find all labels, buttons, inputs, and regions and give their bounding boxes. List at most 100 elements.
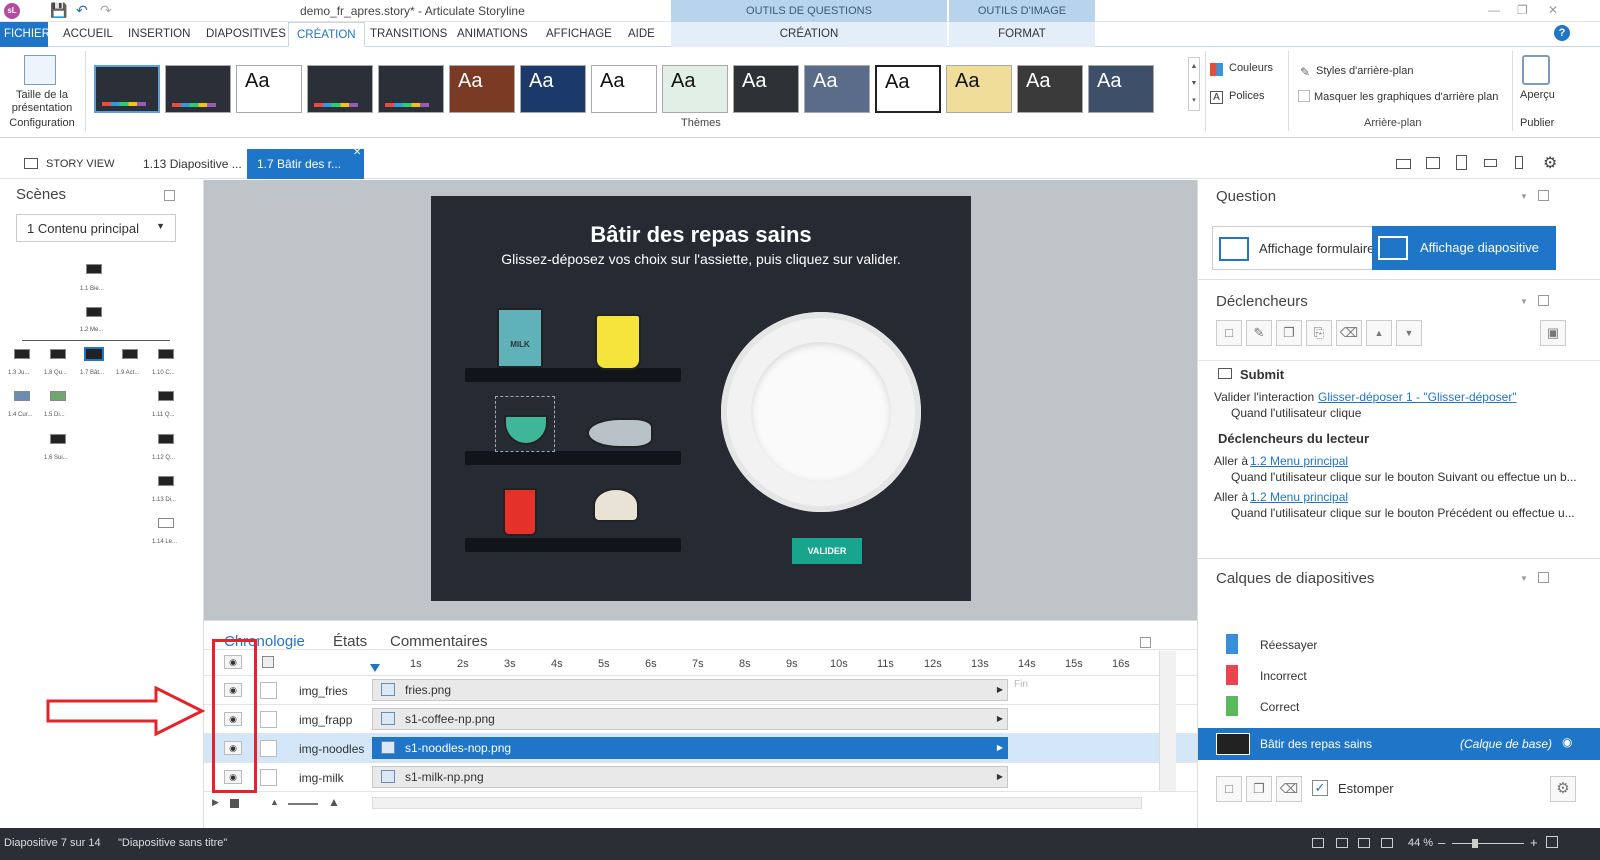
delete-layer-icon[interactable]: ⌫: [1276, 776, 1302, 802]
desktop-view-icon[interactable]: [1396, 159, 1411, 169]
theme-thumb[interactable]: Aa: [804, 65, 870, 113]
zoom-in-button[interactable]: +: [1530, 835, 1538, 850]
theme-thumb[interactable]: [165, 65, 231, 113]
tab-fichier[interactable]: FICHIER: [0, 22, 50, 47]
reading-view-icon[interactable]: [1358, 838, 1370, 848]
save-icon[interactable]: 💾: [50, 2, 67, 19]
copy-trigger-icon[interactable]: ❐: [1276, 320, 1302, 346]
gear-icon[interactable]: ⚙: [1543, 153, 1557, 173]
duplicate-layer-icon[interactable]: ❐: [1246, 776, 1272, 802]
play-icon[interactable]: ▶: [212, 797, 219, 808]
tab-accueil[interactable]: ACCUEIL: [55, 22, 121, 47]
theme-thumb[interactable]: [378, 65, 444, 113]
validate-link[interactable]: Glisser-déposer 1 - "Glisser-déposer": [1318, 390, 1517, 404]
slideshow-icon[interactable]: [1381, 838, 1393, 848]
layer-row[interactable]: Incorrect: [1198, 661, 1600, 689]
fish-image[interactable]: [587, 418, 653, 448]
tab-aide[interactable]: AIDE: [620, 22, 663, 47]
zoom-out-button[interactable]: –: [1438, 835, 1445, 850]
slide-thumb[interactable]: [158, 349, 174, 359]
tab-animations[interactable]: ANIMATIONS: [449, 22, 536, 47]
layer-row[interactable]: Réessayer: [1198, 630, 1600, 658]
undo-icon[interactable]: ↶: [76, 2, 88, 19]
timeline-bar[interactable]: s1-coffee-np.png ▶: [372, 708, 1008, 730]
theme-thumb[interactable]: Aa: [662, 65, 728, 113]
collapse-icon[interactable]: ▼: [1520, 192, 1528, 201]
tablet-portrait-icon[interactable]: [1456, 155, 1467, 170]
new-layer-icon[interactable]: □: [1216, 776, 1242, 802]
preview-icon[interactable]: [1522, 55, 1550, 85]
panel-restore-icon[interactable]: [1140, 637, 1151, 648]
eye-icon[interactable]: ◉: [1562, 735, 1572, 749]
phone-portrait-icon[interactable]: [1515, 156, 1523, 169]
slide-thumb[interactable]: [158, 434, 174, 444]
form-view-button[interactable]: Affichage formulaire: [1212, 226, 1394, 270]
preview-button[interactable]: Aperçu: [1520, 89, 1555, 101]
scene-dropdown[interactable]: 1 Contenu principal ▼: [16, 214, 176, 242]
phone-landscape-icon[interactable]: [1484, 159, 1497, 167]
timeline-bar[interactable]: s1-milk-np.png ▶: [372, 766, 1008, 788]
slide-thumb[interactable]: [158, 518, 174, 528]
tab-slide-1-13[interactable]: 1.13 Diapositive ...: [133, 149, 252, 179]
close-icon[interactable]: ✕: [1548, 3, 1558, 17]
lock-checkbox[interactable]: [260, 740, 277, 757]
slide-thumb[interactable]: [14, 349, 30, 359]
theme-thumb[interactable]: Aa: [236, 65, 302, 113]
normal-view-icon[interactable]: [1312, 838, 1324, 848]
bg-styles-button[interactable]: Styles d'arrière-plan: [1316, 65, 1413, 77]
new-trigger-icon[interactable]: □: [1216, 320, 1242, 346]
slide-size-icon[interactable]: [24, 55, 56, 85]
panel-restore-icon[interactable]: [1538, 572, 1549, 583]
move-down-icon[interactable]: ▼: [1396, 320, 1422, 346]
theme-thumb[interactable]: Aa: [449, 65, 515, 113]
tablet-landscape-icon[interactable]: [1426, 157, 1440, 169]
fonts-button[interactable]: Polices: [1229, 90, 1264, 102]
collapse-icon[interactable]: ▼: [1520, 574, 1528, 583]
goto-link[interactable]: 1.2 Menu principal: [1250, 454, 1348, 468]
tab-comments[interactable]: Commentaires: [390, 633, 488, 650]
slide-thumb[interactable]: [50, 434, 66, 444]
collapse-icon[interactable]: ▼: [1520, 297, 1528, 306]
timeline-row[interactable]: ◉ img-milk s1-milk-np.png ▶: [204, 763, 1197, 792]
theme-thumb[interactable]: Aa: [875, 65, 941, 113]
goto-link[interactable]: 1.2 Menu principal: [1250, 490, 1348, 504]
tab-transitions[interactable]: TRANSITIONS: [362, 22, 455, 47]
coffee-cup-image[interactable]: [595, 314, 641, 370]
lock-checkbox[interactable]: [260, 682, 277, 699]
fit-window-icon[interactable]: [1546, 836, 1558, 848]
minimize-icon[interactable]: —: [1488, 3, 1500, 17]
lock-checkbox[interactable]: [260, 769, 277, 786]
move-up-icon[interactable]: ▲: [1366, 320, 1392, 346]
base-layer-row[interactable]: Bâtir des repas sains (Calque de base) ◉: [1198, 728, 1600, 760]
slide-view-button[interactable]: Affichage diapositive: [1372, 226, 1556, 270]
restore-icon[interactable]: ❐: [1517, 3, 1528, 17]
timeline-row-selected[interactable]: ◉ img-noodles s1-noodles-nop.png ▶: [204, 734, 1197, 763]
plate-image[interactable]: [721, 312, 921, 512]
tab-story-view[interactable]: STORY VIEW: [36, 149, 124, 179]
tab-diapositives[interactable]: DIAPOSITIVES: [198, 22, 294, 47]
timeline-row[interactable]: ◉ img_fries fries.png ▶ Fin: [204, 676, 1197, 705]
noodles-selection[interactable]: [495, 396, 555, 452]
playhead-icon[interactable]: [370, 664, 380, 672]
fade-checkbox[interactable]: ✓: [1312, 780, 1328, 796]
milk-carton-image[interactable]: MILK: [497, 308, 543, 368]
slide-size-button[interactable]: Taille de la présentation: [4, 89, 80, 115]
stop-icon[interactable]: [230, 799, 239, 808]
validate-button[interactable]: VALIDER: [792, 538, 862, 564]
zoom-slider[interactable]: [288, 803, 318, 805]
delete-trigger-icon[interactable]: ⌫: [1336, 320, 1362, 346]
zoom-slider[interactable]: [1452, 843, 1524, 844]
theme-thumb[interactable]: Aa: [520, 65, 586, 113]
tab-insertion[interactable]: INSERTION: [120, 22, 198, 47]
tab-image-format[interactable]: FORMAT: [949, 22, 1095, 47]
publish-button[interactable]: Publier: [1520, 117, 1554, 129]
panel-restore-icon[interactable]: [1538, 190, 1549, 201]
theme-thumb[interactable]: [307, 65, 373, 113]
slide-thumb[interactable]: [14, 391, 30, 401]
close-tab-icon[interactable]: ✕: [353, 147, 361, 158]
noodles-bowl-image[interactable]: [504, 415, 548, 445]
lock-checkbox[interactable]: [260, 711, 277, 728]
gallery-scroll[interactable]: ▲ ▼ ▾: [1188, 57, 1200, 111]
layer-settings-gear-icon[interactable]: ⚙: [1550, 776, 1576, 802]
zoom-slider-thumb[interactable]: [1472, 839, 1478, 848]
